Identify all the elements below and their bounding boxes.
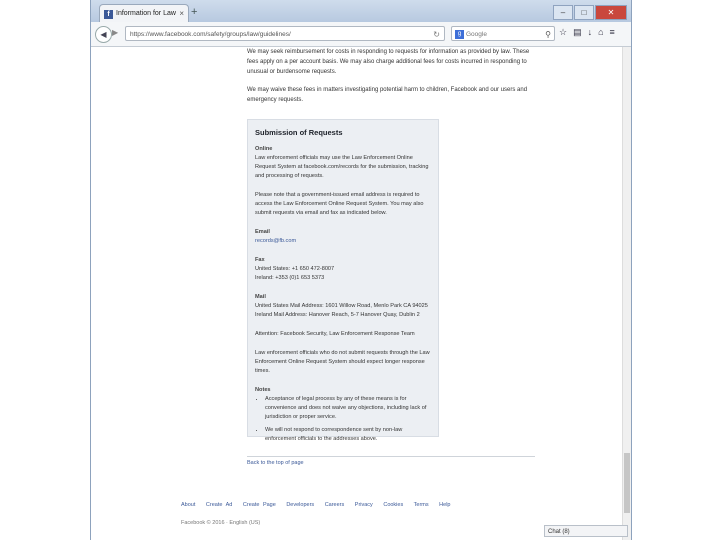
footer-link-create-ad[interactable]: Create Ad [206, 502, 232, 508]
title-bar: fInformation for Law Enforcement...× + –… [91, 0, 631, 23]
search-icon[interactable]: ⚲ [545, 27, 551, 42]
bookmarks-list-icon[interactable]: ▤ [573, 27, 588, 37]
toolbar-icons: ☆▤↓⌂≡ [559, 27, 621, 38]
online-text: Law enforcement officials may use the La… [255, 155, 429, 179]
divider [247, 456, 535, 457]
footer-link-developers[interactable]: Developers [286, 502, 314, 508]
tab-close-button[interactable]: × [179, 5, 184, 23]
email-link[interactable]: records@fb.com [255, 237, 431, 246]
back-to-top-link[interactable]: Back to the top of page [247, 460, 304, 466]
google-icon: g [455, 29, 464, 39]
online-note: Please note that a government-issued ema… [255, 192, 424, 216]
footer-link-create-page[interactable]: Create Page [243, 502, 276, 508]
url-text: https://www.facebook.com/safety/groups/l… [130, 31, 291, 38]
note-item: Acceptance of legal process by any of th… [265, 395, 431, 422]
fax-label: Fax [255, 257, 265, 263]
submission-title: Submission of Requests [255, 128, 343, 137]
forward-button[interactable]: ▶ [112, 28, 118, 37]
email-label: Email [255, 229, 270, 235]
footer-link-terms[interactable]: Terms [414, 502, 429, 508]
fax-us: United States: +1 650 472-8007 [255, 266, 335, 272]
scrollbar[interactable] [622, 47, 631, 540]
footer-link-cookies[interactable]: Cookies [383, 502, 403, 508]
new-tab-button[interactable]: + [191, 6, 197, 18]
non-system-note: Law enforcement officials who do not sub… [255, 350, 430, 374]
note-item: We will not respond to correspondence se… [265, 426, 431, 444]
footer-links: About Create Ad Create Page Developers C… [181, 502, 457, 508]
address-bar[interactable]: https://www.facebook.com/safety/groups/l… [125, 26, 445, 41]
notes-label: Notes [255, 387, 271, 393]
fees-paragraph: We may seek reimbursement for costs in r… [247, 49, 530, 75]
page-content: We may seek reimbursement for costs in r… [91, 47, 631, 540]
footer-link-about[interactable]: About [181, 502, 195, 508]
maximize-button[interactable]: □ [574, 5, 594, 20]
copyright: Facebook © 2016 · English (US) [181, 520, 261, 526]
notes-list: Acceptance of legal process by any of th… [255, 395, 431, 444]
bookmark-star-icon[interactable]: ☆ [559, 27, 573, 37]
footer-link-help[interactable]: Help [439, 502, 450, 508]
mail-addresses: United States Mail Address: 1601 Willow … [255, 303, 428, 318]
submission-box: Submission of Requests Online Law enforc… [247, 119, 439, 442]
fax-ireland: Ireland: +353 (0)1 653 5373 [255, 275, 325, 281]
browser-tab[interactable]: fInformation for Law Enforcement...× [99, 4, 189, 23]
main-text: We may seek reimbursement for costs in r… [247, 47, 537, 113]
footer-link-privacy[interactable]: Privacy [355, 502, 373, 508]
search-placeholder: Google [466, 31, 487, 38]
reload-icon[interactable]: ↻ [433, 27, 440, 42]
tab-title: Information for Law Enforcement... [116, 10, 176, 17]
footer-link-careers[interactable]: Careers [325, 502, 345, 508]
navigation-bar: ◀ ▶ https://www.facebook.com/safety/grou… [91, 22, 631, 47]
facebook-favicon-icon: f [104, 9, 113, 19]
fee-waiver-paragraph: We may waive these fees in matters inves… [247, 87, 528, 103]
search-box[interactable]: g Google ⚲ [451, 26, 555, 41]
attention-line: Attention: Facebook Security, Law Enforc… [255, 331, 415, 337]
home-icon[interactable]: ⌂ [598, 27, 609, 37]
scrollbar-thumb[interactable] [624, 453, 630, 513]
mail-label: Mail [255, 294, 266, 300]
chat-bar[interactable]: Chat (8) [544, 525, 628, 537]
download-icon[interactable]: ↓ [588, 27, 599, 37]
close-window-button[interactable]: ✕ [595, 5, 627, 20]
window-controls: – □ ✕ [552, 2, 627, 20]
back-button[interactable]: ◀ [95, 26, 112, 43]
menu-icon[interactable]: ≡ [610, 27, 621, 37]
minimize-button[interactable]: – [553, 5, 573, 20]
browser-window: fInformation for Law Enforcement...× + –… [90, 0, 632, 540]
online-label: Online [255, 146, 273, 152]
